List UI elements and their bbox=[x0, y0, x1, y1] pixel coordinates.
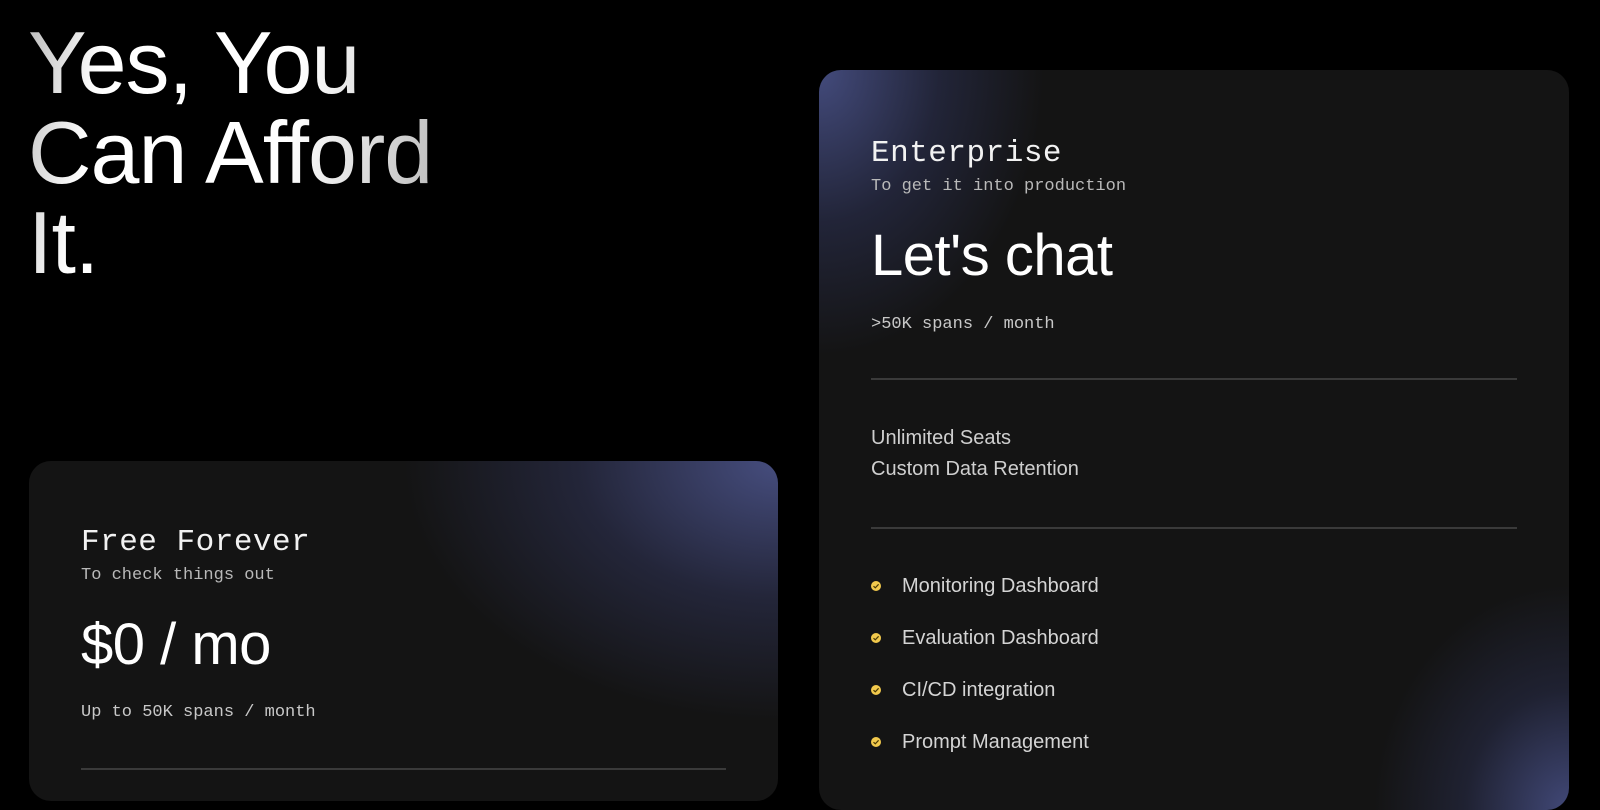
divider-enterprise-2 bbox=[871, 527, 1517, 529]
pricing-card-free: Free Forever To check things out $0 / mo… bbox=[29, 461, 778, 801]
seat-item-unlimited-seats: Unlimited Seats bbox=[871, 427, 1012, 449]
hero-heading-line-2: Can Afford bbox=[28, 103, 433, 202]
plan-price-enterprise: Let's chat bbox=[871, 223, 1113, 288]
plan-subtitle-enterprise: To get it into production bbox=[871, 177, 1127, 196]
feature-label: Prompt Management bbox=[902, 730, 1089, 753]
plan-price-wrap-enterprise: Let's chat bbox=[871, 223, 1517, 289]
check-circle-icon bbox=[871, 633, 881, 643]
plan-name-free: Free Forever bbox=[81, 525, 311, 560]
check-circle-icon bbox=[871, 685, 881, 695]
feature-list: Monitoring Dashboard Evaluation Dashboar… bbox=[871, 560, 1517, 768]
feature-label: Monitoring Dashboard bbox=[902, 574, 1099, 597]
plan-subtitle-free: To check things out bbox=[81, 566, 275, 585]
plan-spans-free: Up to 50K spans / month bbox=[81, 703, 316, 722]
divider-enterprise-1 bbox=[871, 378, 1517, 380]
feature-item: CI/CD integration bbox=[871, 664, 1517, 716]
seat-item-custom-retention: Custom Data Retention bbox=[871, 458, 1079, 480]
plan-price-wrap-free: $0 / mo bbox=[81, 612, 726, 678]
plan-spans-wrap-enterprise: >50K spans / month bbox=[871, 314, 1517, 336]
hero-heading-line-3: It. bbox=[28, 193, 99, 292]
plan-header-enterprise: Enterprise To get it into production bbox=[871, 136, 1517, 198]
check-circle-icon bbox=[871, 581, 881, 591]
plan-spans-enterprise: >50K spans / month bbox=[871, 315, 1055, 334]
plan-spans-wrap-free: Up to 50K spans / month bbox=[81, 702, 726, 724]
feature-label: CI/CD integration bbox=[902, 678, 1056, 701]
plan-price-free: $0 / mo bbox=[81, 612, 271, 677]
check-circle-icon bbox=[871, 737, 881, 747]
feature-label: Evaluation Dashboard bbox=[902, 626, 1099, 649]
feature-item: Prompt Management bbox=[871, 716, 1517, 768]
hero-heading: Yes, You Can Afford It. bbox=[28, 18, 432, 288]
feature-item: Evaluation Dashboard bbox=[871, 612, 1517, 664]
feature-item: Monitoring Dashboard bbox=[871, 560, 1517, 612]
pricing-card-enterprise: Enterprise To get it into production Let… bbox=[819, 70, 1569, 810]
plan-name-enterprise: Enterprise bbox=[871, 136, 1063, 171]
divider-free bbox=[81, 768, 726, 770]
hero-heading-line-1: Yes, You bbox=[28, 13, 360, 112]
plan-header-free: Free Forever To check things out bbox=[81, 525, 726, 587]
seat-list: Unlimited Seats Custom Data Retention bbox=[871, 423, 1517, 485]
